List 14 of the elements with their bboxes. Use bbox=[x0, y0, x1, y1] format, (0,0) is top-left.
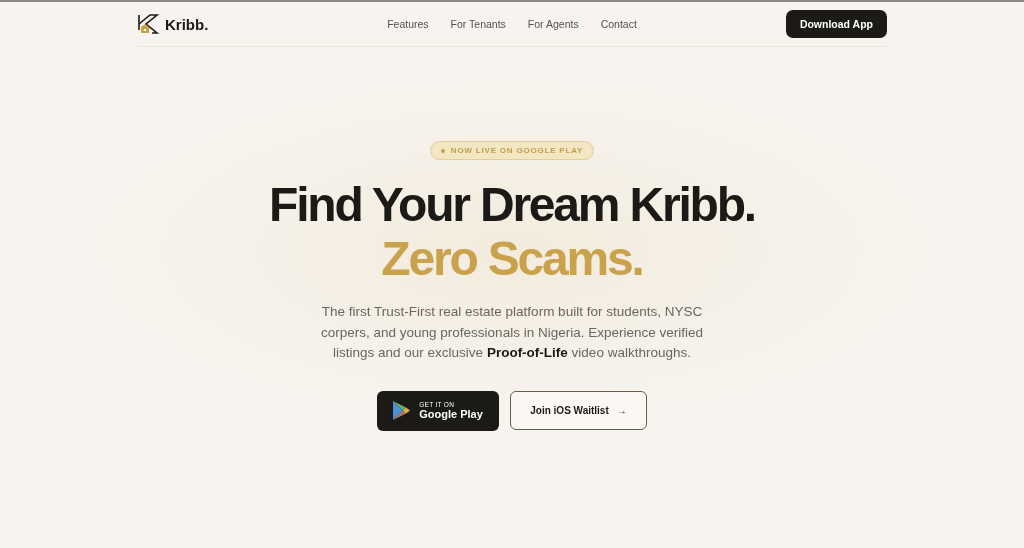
nav-link[interactable]: Features bbox=[387, 18, 429, 30]
play-store-icon bbox=[393, 401, 412, 420]
headline-accent: Zero Scams. bbox=[380, 232, 644, 286]
dot-icon bbox=[440, 148, 445, 153]
nav-link[interactable]: For Tenants bbox=[450, 18, 506, 30]
logo-icon bbox=[137, 14, 159, 34]
brand-name: Kribb. bbox=[165, 15, 209, 33]
nav-link[interactable]: For Agents bbox=[527, 18, 579, 30]
nav-link[interactable]: Contact bbox=[600, 18, 637, 30]
status-badge: NOW LIVE ON GOOGLE PLAY bbox=[429, 141, 595, 160]
download-app-button[interactable]: Download App bbox=[785, 10, 887, 38]
description: The first Trust-First real estate platform built for students, NYSC corpers, and young professionals in Nigeria. Experience verified listings and our exclusive Proof-of-Life video walkthroughs. bbox=[320, 303, 704, 362]
ios-waitlist-button[interactable]: Join iOS Waitlist → bbox=[510, 390, 647, 430]
headline: Find Your Dream Kribb. bbox=[269, 178, 755, 232]
